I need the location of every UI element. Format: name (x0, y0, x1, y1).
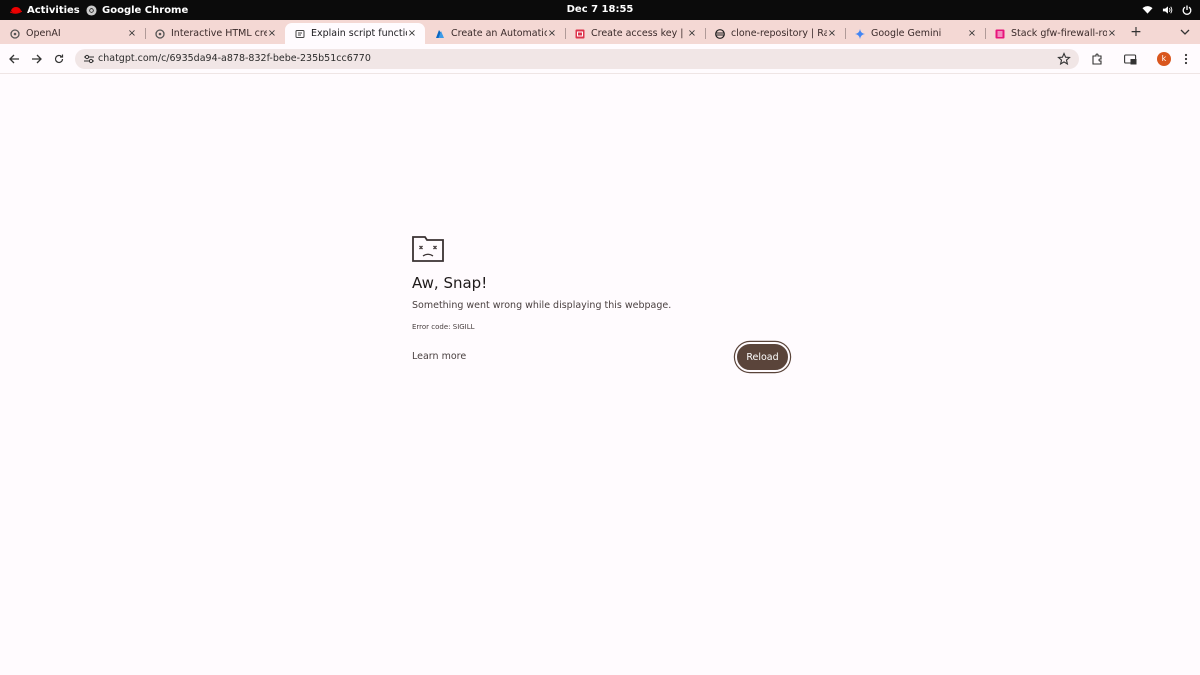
close-tab-icon[interactable]: × (827, 28, 837, 39)
forward-button[interactable] (28, 51, 44, 67)
site-settings-icon[interactable] (83, 53, 95, 65)
arrow-right-icon (31, 54, 42, 64)
railway-icon (715, 28, 725, 39)
chrome-icon (86, 4, 97, 16)
sad-tab-icon (412, 236, 444, 262)
close-tab-icon[interactable]: × (267, 28, 277, 39)
browser-toolbar: chatgpt.com/c/6935da94-a878-832f-bebe-23… (0, 44, 1200, 74)
tab-gemini[interactable]: Google Gemini × (845, 23, 986, 44)
clock[interactable]: Dec 7 18:55 (567, 4, 634, 15)
azure-icon (435, 29, 445, 39)
close-tab-icon[interactable]: × (127, 28, 137, 39)
cast-media-button[interactable] (1123, 52, 1137, 66)
url-text[interactable]: chatgpt.com/c/6935da94-a878-832f-bebe-23… (98, 49, 371, 69)
wifi-icon (1142, 6, 1153, 14)
puzzle-icon (1092, 53, 1102, 65)
stack-icon (995, 29, 1005, 39)
tab-title: Interactive HTML creat (171, 28, 267, 39)
learn-more-link[interactable]: Learn more (412, 351, 466, 362)
gemini-icon (855, 28, 865, 39)
new-tab-button[interactable]: + (1129, 23, 1143, 41)
back-button[interactable] (6, 51, 22, 67)
app-menu[interactable]: Google Chrome (86, 0, 188, 20)
close-tab-icon[interactable]: × (1107, 28, 1117, 39)
volume-icon (1162, 6, 1173, 14)
chat-icon (295, 29, 305, 39)
address-bar[interactable]: chatgpt.com/c/6935da94-a878-832f-bebe-23… (75, 49, 1079, 69)
power-icon (1182, 5, 1192, 15)
system-tray[interactable] (1142, 0, 1192, 20)
activities-button[interactable]: Activities (10, 0, 80, 20)
tab-title: Google Gemini (871, 28, 942, 39)
bookmark-star-icon[interactable] (1057, 52, 1071, 66)
tab-title: clone-repository | Railw (731, 28, 827, 39)
tab-search-button[interactable] (1178, 23, 1192, 41)
refresh-icon (54, 54, 64, 64)
arrow-left-icon (8, 54, 19, 64)
extensions-button[interactable] (1090, 52, 1104, 66)
tab-openai[interactable]: OpenAI × (0, 23, 146, 44)
close-tab-icon[interactable]: × (547, 28, 557, 39)
app-name-label: Google Chrome (102, 4, 189, 16)
openai-icon (10, 28, 20, 39)
tab-railway[interactable]: clone-repository | Railw × (705, 23, 846, 44)
reload-page-button[interactable] (51, 51, 67, 67)
openai-icon (155, 28, 165, 39)
reload-button[interactable]: Reload (735, 342, 790, 372)
tab-azure[interactable]: Create an Automatic K × (425, 23, 566, 44)
tab-strip: OpenAI × Interactive HTML creat × Explai… (0, 20, 1200, 44)
chevron-down-icon (1180, 29, 1190, 35)
close-tab-icon[interactable]: × (687, 28, 697, 39)
tab-title: Create an Automatic K (451, 28, 547, 39)
close-tab-icon[interactable]: × (967, 28, 977, 39)
tab-title: Stack gfw-firewall-role (1011, 28, 1107, 39)
crash-title: Aw, Snap! (412, 274, 488, 292)
media-controls-icon (1123, 53, 1136, 64)
tab-interactive-html[interactable]: Interactive HTML creat × (145, 23, 285, 44)
chrome-menu-button[interactable] (1182, 52, 1190, 66)
error-code: Error code: SIGILL (412, 323, 475, 331)
tab-title: OpenAI (26, 28, 61, 39)
close-tab-icon[interactable]: × (407, 28, 417, 39)
activities-label: Activities (27, 4, 80, 16)
more-vertical-icon (1184, 53, 1188, 65)
tab-stack-gfw[interactable]: Stack gfw-firewall-role × (985, 23, 1125, 44)
profile-avatar[interactable]: k (1157, 52, 1171, 66)
crash-message: Something went wrong while displaying th… (412, 300, 672, 311)
redhat-logo-icon (10, 7, 22, 14)
tab-aws-iam[interactable]: Create access key | IAM × (565, 23, 706, 44)
tab-title: Create access key | IAM (591, 28, 687, 39)
tab-explain-script[interactable]: Explain script function × (285, 23, 425, 44)
tab-title: Explain script function (311, 28, 407, 39)
system-top-bar: Activities Google Chrome Dec 7 18:55 (0, 0, 1200, 20)
aws-icon (575, 29, 585, 39)
